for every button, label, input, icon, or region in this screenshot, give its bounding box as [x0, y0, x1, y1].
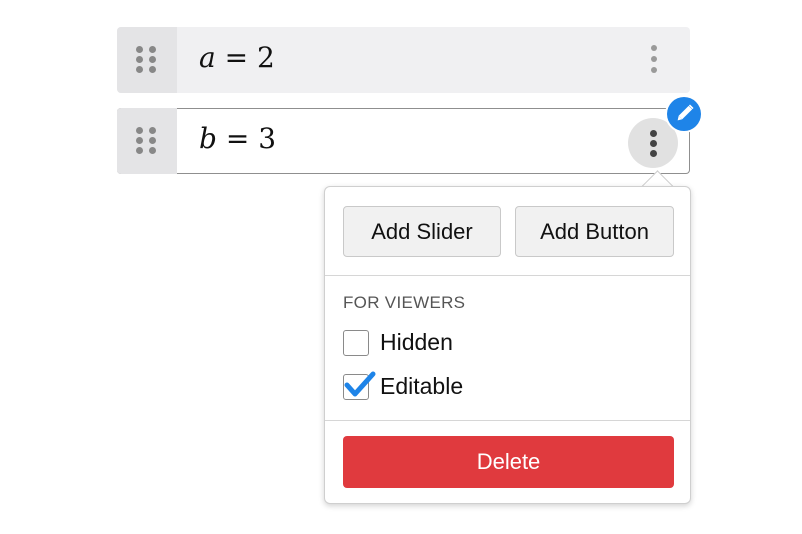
edit-button[interactable]: [667, 97, 701, 131]
expression-variable: a: [199, 41, 216, 74]
divider: [325, 420, 690, 421]
add-slider-button[interactable]: Add Slider: [343, 206, 501, 257]
option-label: Hidden: [380, 329, 453, 355]
drag-handle[interactable]: [117, 108, 177, 174]
drag-handle-icon: [136, 46, 156, 73]
drag-handle[interactable]: [117, 27, 177, 93]
pencil-icon: [677, 104, 694, 121]
divider: [325, 275, 690, 276]
option-label: Editable: [380, 373, 464, 399]
option-hidden[interactable]: Hidden: [343, 329, 453, 356]
expression-operator: =: [225, 122, 250, 155]
expression-value: 2: [256, 41, 275, 74]
vertical-ellipsis-icon[interactable]: [650, 45, 658, 75]
expression-options-menu: Add Slider Add Button FOR VIEWERS Hidden…: [324, 186, 691, 504]
add-button-button[interactable]: Add Button: [515, 206, 674, 257]
section-title: FOR VIEWERS: [343, 293, 466, 312]
expression-operator: =: [224, 41, 249, 74]
hidden-checkbox[interactable]: [343, 329, 369, 356]
option-editable[interactable]: Editable: [343, 371, 464, 400]
expression-text[interactable]: b = 3: [199, 122, 276, 155]
expression-row-a[interactable]: a = 2: [117, 27, 690, 93]
drag-handle-icon: [136, 127, 156, 154]
editable-checkbox[interactable]: [343, 371, 376, 400]
expression-row-b[interactable]: b = 3: [117, 108, 690, 174]
expression-value: 3: [258, 122, 277, 155]
expression-text[interactable]: a = 2: [199, 41, 275, 74]
checkmark-icon: [344, 371, 376, 396]
expression-variable: b: [199, 122, 217, 155]
delete-button[interactable]: Delete: [343, 436, 674, 488]
